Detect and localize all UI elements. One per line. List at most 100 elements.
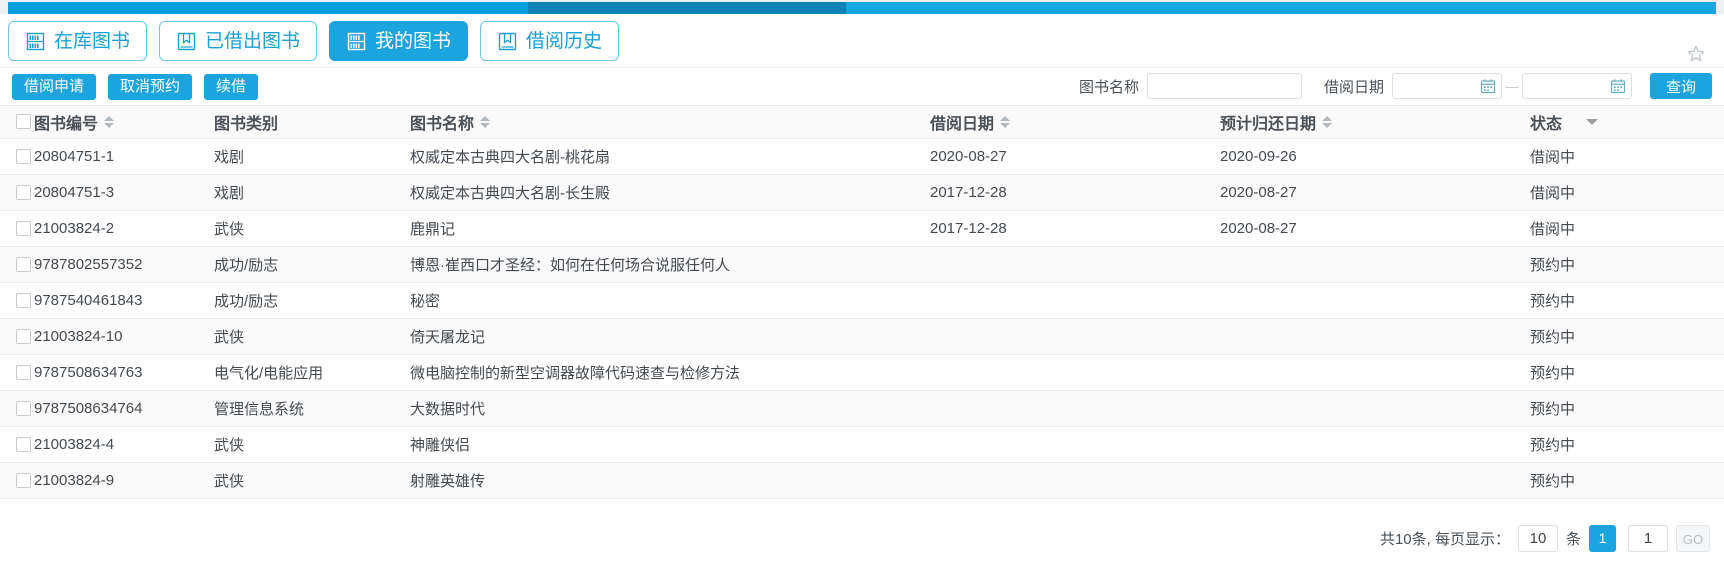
row-checkbox[interactable] xyxy=(16,365,31,380)
row-checkbox[interactable] xyxy=(16,329,31,344)
row-select-cell xyxy=(0,318,34,354)
header-label: 图书名称 xyxy=(410,110,474,134)
cell-book-code: 9787508634763 xyxy=(34,354,214,390)
row-select-cell xyxy=(0,390,34,426)
cell-book-code: 20804751-1 xyxy=(34,138,214,174)
row-select-cell xyxy=(0,138,34,174)
table-row[interactable]: 21003824-10武侠倚天屠龙记预约中 xyxy=(0,318,1724,354)
cell-borrow-date: 2017-12-28 xyxy=(930,210,1220,246)
open-book-icon xyxy=(497,31,518,52)
tab-label: 在库图书 xyxy=(54,32,130,51)
row-select-cell xyxy=(0,174,34,210)
table-row[interactable]: 20804751-3戏剧权威定本古典四大名剧-长生殿2017-12-282020… xyxy=(0,174,1724,210)
header-select-all xyxy=(0,106,34,138)
tab-label: 已借出图书 xyxy=(205,32,300,51)
cell-book-category: 戏剧 xyxy=(214,174,410,210)
action-filter-toolbar: 借阅申请 取消预约 续借 图书名称 借阅日期 xyxy=(0,68,1724,105)
page-header-strip xyxy=(0,0,1724,14)
row-checkbox[interactable] xyxy=(16,473,31,488)
bookshelf-icon xyxy=(346,31,367,52)
table-row[interactable]: 20804751-1戏剧权威定本古典四大名剧-桃花扇2020-08-272020… xyxy=(0,138,1724,174)
sort-borrow-date-icon[interactable] xyxy=(1000,116,1010,128)
cell-borrow-date: 2017-12-28 xyxy=(930,174,1220,210)
renew-button[interactable]: 续借 xyxy=(204,74,258,100)
sort-return-date-icon[interactable] xyxy=(1322,116,1332,128)
books-table-body: 20804751-1戏剧权威定本古典四大名剧-桃花扇2020-08-272020… xyxy=(0,138,1724,498)
chevron-down-icon[interactable] xyxy=(1586,119,1598,125)
row-checkbox[interactable] xyxy=(16,401,31,416)
row-checkbox[interactable] xyxy=(16,185,31,200)
cell-book-category: 成功/励志 xyxy=(214,246,410,282)
row-select-cell xyxy=(0,354,34,390)
cell-status: 预约中 xyxy=(1530,462,1724,498)
cell-return-date xyxy=(1220,426,1530,462)
page-jump-input[interactable] xyxy=(1628,525,1668,552)
tab-label: 我的图书 xyxy=(375,32,451,51)
header-bar-segment-right xyxy=(846,2,1716,14)
cell-borrow-date xyxy=(930,354,1220,390)
row-checkbox[interactable] xyxy=(16,437,31,452)
page-size-input[interactable] xyxy=(1518,525,1558,552)
books-table: 图书编号 图书类别 图书名称 xyxy=(0,106,1724,499)
header-label: 借阅日期 xyxy=(930,110,994,134)
cell-borrow-date xyxy=(930,246,1220,282)
tab-in-stock-books[interactable]: 在库图书 xyxy=(8,21,147,61)
table-row[interactable]: 9787802557352成功/励志博恩·崔西口才圣经：如何在任何场合说服任何人… xyxy=(0,246,1724,282)
cell-book-name: 倚天屠龙记 xyxy=(410,318,930,354)
date-end-input[interactable] xyxy=(1522,73,1632,99)
header-expected-return-date: 预计归还日期 xyxy=(1220,106,1530,138)
table-row[interactable]: 21003824-9武侠射雕英雄传预约中 xyxy=(0,462,1724,498)
table-row[interactable]: 9787508634763电气化/电能应用微电脑控制的新型空调器故障代码速查与检… xyxy=(0,354,1724,390)
row-checkbox[interactable] xyxy=(16,293,31,308)
cell-return-date xyxy=(1220,390,1530,426)
cell-book-code: 9787540461843 xyxy=(34,282,214,318)
tab-my-books[interactable]: 我的图书 xyxy=(329,21,468,61)
row-checkbox[interactable] xyxy=(16,221,31,236)
bookshelf-icon xyxy=(25,31,46,52)
cancel-reservation-button[interactable]: 取消预约 xyxy=(108,74,192,100)
cell-status: 借阅中 xyxy=(1530,174,1724,210)
cell-book-name: 大数据时代 xyxy=(410,390,930,426)
header-label: 状态 xyxy=(1530,110,1562,134)
header-label: 图书类别 xyxy=(214,110,278,134)
header-label: 图书编号 xyxy=(34,110,98,134)
date-start-input[interactable] xyxy=(1392,73,1502,99)
star-outline-icon[interactable] xyxy=(1686,44,1706,64)
cell-return-date xyxy=(1220,282,1530,318)
cell-borrow-date xyxy=(930,318,1220,354)
borrow-request-button[interactable]: 借阅申请 xyxy=(12,74,96,100)
book-name-input[interactable] xyxy=(1147,73,1302,99)
cell-borrow-date: 2020-08-27 xyxy=(930,138,1220,174)
row-select-cell xyxy=(0,426,34,462)
cell-book-code: 20804751-3 xyxy=(34,174,214,210)
header-book-name: 图书名称 xyxy=(410,106,930,138)
table-row[interactable]: 9787540461843成功/励志秘密预约中 xyxy=(0,282,1724,318)
cell-return-date xyxy=(1220,354,1530,390)
header-bar-segment-middle xyxy=(528,2,846,14)
tab-label: 借阅历史 xyxy=(526,32,602,51)
table-row[interactable]: 21003824-2武侠鹿鼎记2017-12-282020-08-27借阅中 xyxy=(0,210,1724,246)
page-go-button[interactable]: GO xyxy=(1676,525,1710,552)
cell-return-date xyxy=(1220,246,1530,282)
sort-book-code-icon[interactable] xyxy=(104,116,114,128)
select-all-checkbox[interactable] xyxy=(16,114,31,129)
tab-borrow-history[interactable]: 借阅历史 xyxy=(480,21,619,61)
cell-book-code: 21003824-2 xyxy=(34,210,214,246)
sort-book-name-icon[interactable] xyxy=(480,116,490,128)
page-number-1[interactable]: 1 xyxy=(1589,525,1616,552)
cell-book-category: 武侠 xyxy=(214,318,410,354)
search-button[interactable]: 查询 xyxy=(1650,73,1712,99)
cell-status: 预约中 xyxy=(1530,390,1724,426)
cell-book-name: 权威定本古典四大名剧-长生殿 xyxy=(410,174,930,210)
table-row[interactable]: 21003824-4武侠神雕侠侣预约中 xyxy=(0,426,1724,462)
header-book-category: 图书类别 xyxy=(214,106,410,138)
row-checkbox[interactable] xyxy=(16,257,31,272)
cell-borrow-date xyxy=(930,426,1220,462)
tab-borrowed-books[interactable]: 已借出图书 xyxy=(159,21,317,61)
row-select-cell xyxy=(0,246,34,282)
row-checkbox[interactable] xyxy=(16,149,31,164)
cell-book-code: 21003824-9 xyxy=(34,462,214,498)
cell-book-name: 微电脑控制的新型空调器故障代码速查与检修方法 xyxy=(410,354,930,390)
table-row[interactable]: 9787508634764管理信息系统大数据时代预约中 xyxy=(0,390,1724,426)
cell-status: 预约中 xyxy=(1530,318,1724,354)
